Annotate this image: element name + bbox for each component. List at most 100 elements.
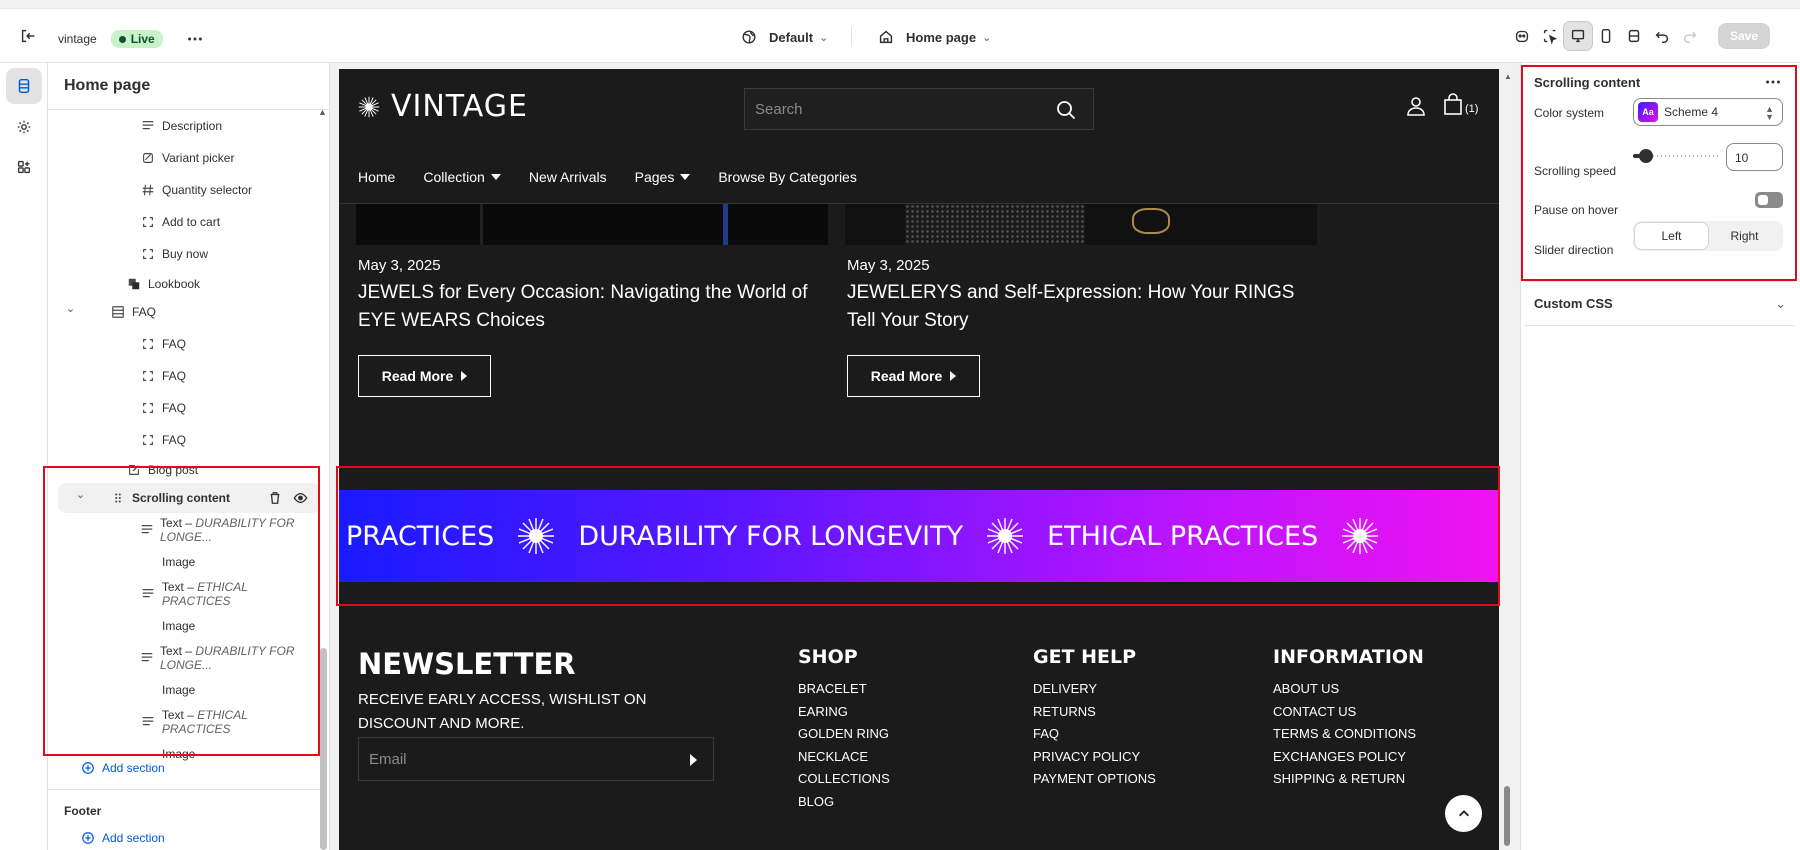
post-image[interactable]: [356, 204, 828, 245]
tree-item[interactable]: Blog post: [48, 455, 318, 485]
theme-editor: vintage Live Default ⌄ Home page ⌄ Save: [0, 0, 1800, 850]
footer-link[interactable]: EXCHANGES POLICY: [1273, 746, 1424, 769]
scroll-up-icon[interactable]: ▲: [318, 107, 327, 117]
tree-item[interactable]: Buy now: [48, 239, 318, 269]
tree-item[interactable]: Text – DURABILITY FOR LONGE...: [48, 515, 318, 545]
scroll-up-icon[interactable]: ▲: [1504, 72, 1512, 81]
tree-item-scrolling-content[interactable]: ⌄ Scrolling content: [58, 483, 320, 513]
sidekick-icon[interactable]: [1508, 22, 1536, 50]
more-icon[interactable]: [1759, 68, 1787, 96]
redo-icon[interactable]: [1676, 22, 1704, 50]
eye-icon[interactable]: [293, 491, 309, 505]
email-field[interactable]: Email: [358, 737, 714, 781]
sidebar-scrollbar[interactable]: [320, 648, 327, 850]
nav-new-arrivals[interactable]: New Arrivals: [529, 169, 607, 185]
tree-item[interactable]: Description: [48, 111, 318, 141]
direction-right-option[interactable]: Right: [1708, 223, 1781, 249]
preview-scroll-thumb[interactable]: [1504, 786, 1510, 846]
scrolling-speed-input[interactable]: 10: [1726, 143, 1783, 171]
sections-icon[interactable]: [6, 68, 42, 104]
post-image[interactable]: [845, 204, 1317, 245]
footer-link[interactable]: FAQ: [1033, 723, 1156, 746]
footer-link[interactable]: PAYMENT OPTIONS: [1033, 768, 1156, 791]
tree-item[interactable]: Image: [48, 675, 318, 705]
nav-browse[interactable]: Browse By Categories: [718, 169, 857, 185]
read-more-button[interactable]: Read More: [847, 355, 980, 397]
tree-item[interactable]: Variant picker: [48, 143, 318, 173]
fullscreen-icon[interactable]: [1620, 22, 1648, 50]
footer-link[interactable]: TERMS & CONDITIONS: [1273, 723, 1424, 746]
tree-item[interactable]: FAQ: [48, 425, 318, 455]
footer-link[interactable]: CONTACT US: [1273, 701, 1424, 724]
trash-icon[interactable]: [268, 491, 282, 505]
slider-thumb[interactable]: [1639, 149, 1653, 163]
chevron-down-icon[interactable]: ⌄: [66, 302, 75, 315]
apps-icon[interactable]: [6, 149, 42, 185]
tree-item[interactable]: Add to cart: [48, 207, 318, 237]
custom-css-toggle[interactable]: Custom CSS ⌄: [1534, 296, 1786, 312]
store-name[interactable]: vintage: [58, 32, 97, 46]
tree-item[interactable]: Quantity selector: [48, 175, 318, 205]
tree-item[interactable]: FAQ: [48, 393, 318, 423]
save-button[interactable]: Save: [1718, 23, 1771, 49]
direction-left-option[interactable]: Left: [1635, 223, 1708, 249]
pause-on-hover-label: Pause on hover: [1534, 203, 1619, 217]
tree-item[interactable]: Text – DURABILITY FOR LONGE...: [48, 643, 318, 673]
scrolling-speed-slider[interactable]: [1633, 149, 1718, 163]
tree-item[interactable]: Image: [48, 611, 318, 641]
theme-selector[interactable]: Default ⌄: [735, 23, 828, 51]
nav-home[interactable]: Home: [358, 169, 395, 185]
desktop-view-icon[interactable]: [1564, 22, 1592, 50]
footer-link[interactable]: GOLDEN RING: [798, 723, 890, 746]
inspector-icon[interactable]: [1536, 22, 1564, 50]
undo-icon[interactable]: [1648, 22, 1676, 50]
custom-css-label: Custom CSS: [1534, 296, 1613, 311]
post-title[interactable]: JEWELS for Every Occasion: Navigating th…: [358, 279, 833, 335]
tree-item-label: Add to cart: [162, 215, 221, 229]
footer-link[interactable]: BRACELET: [798, 678, 890, 701]
preview-scrollbar[interactable]: ▲: [1503, 69, 1513, 850]
account-icon[interactable]: [1405, 95, 1427, 117]
tree-item[interactable]: Text – ETHICAL PRACTICES: [48, 707, 318, 737]
footer-link[interactable]: PRIVACY POLICY: [1033, 746, 1156, 769]
submit-arrow-icon[interactable]: [690, 754, 697, 766]
footer-col-help: GET HELP DELIVERY RETURNS FAQ PRIVACY PO…: [1033, 646, 1156, 791]
footer-link[interactable]: SHIPPING & RETURN: [1273, 768, 1424, 791]
color-system-select[interactable]: Aa Scheme 4 ▲ ▼: [1633, 98, 1783, 126]
edit-icon: [126, 462, 142, 478]
back-to-top-button[interactable]: [1445, 795, 1482, 832]
footer-add-section-button[interactable]: Add section: [80, 823, 329, 850]
tree-item[interactable]: FAQ: [48, 361, 318, 391]
gear-icon[interactable]: [6, 109, 42, 145]
nav-collection[interactable]: Collection: [423, 169, 501, 185]
exit-icon[interactable]: [14, 22, 42, 50]
read-more-button[interactable]: Read More: [358, 355, 491, 397]
footer-link[interactable]: RETURNS: [1033, 701, 1156, 724]
scrolling-content-section[interactable]: PRACTICES DURABILITY FOR LONGEVITY ETHIC…: [339, 490, 1499, 582]
tree-item-label: Image: [162, 555, 196, 569]
tree-item[interactable]: Text – ETHICAL PRACTICES: [48, 579, 318, 609]
pause-on-hover-toggle[interactable]: [1755, 192, 1783, 208]
caret-down-icon: [680, 174, 691, 180]
footer-link[interactable]: ABOUT US: [1273, 678, 1424, 701]
footer-link[interactable]: COLLECTIONS: [798, 768, 890, 791]
store-search[interactable]: Search: [744, 88, 1094, 130]
footer-link[interactable]: BLOG: [798, 791, 890, 814]
footer-link[interactable]: EARING: [798, 701, 890, 724]
footer-link[interactable]: DELIVERY: [1033, 678, 1156, 701]
read-more-label: Read More: [870, 368, 943, 384]
nav-pages[interactable]: Pages: [635, 169, 691, 185]
footer-link[interactable]: NECKLACE: [798, 746, 890, 769]
mobile-view-icon[interactable]: [1592, 22, 1620, 50]
add-section-button[interactable]: Add section: [80, 753, 329, 783]
tree-item[interactable]: Image: [48, 547, 318, 577]
tree-item[interactable]: ⌄ FAQ: [48, 297, 318, 327]
tree-item[interactable]: FAQ: [48, 329, 318, 359]
store-logo[interactable]: VINTAGE: [357, 89, 528, 124]
chevron-down-icon[interactable]: ⌄: [76, 488, 85, 501]
page-selector[interactable]: Home page ⌄: [872, 23, 991, 51]
cart-button[interactable]: (1): [1443, 93, 1478, 115]
post-title[interactable]: JEWELERYS and Self-Expression: How Your …: [847, 279, 1322, 335]
more-icon[interactable]: [181, 25, 209, 53]
tree-item[interactable]: Lookbook: [48, 269, 318, 299]
